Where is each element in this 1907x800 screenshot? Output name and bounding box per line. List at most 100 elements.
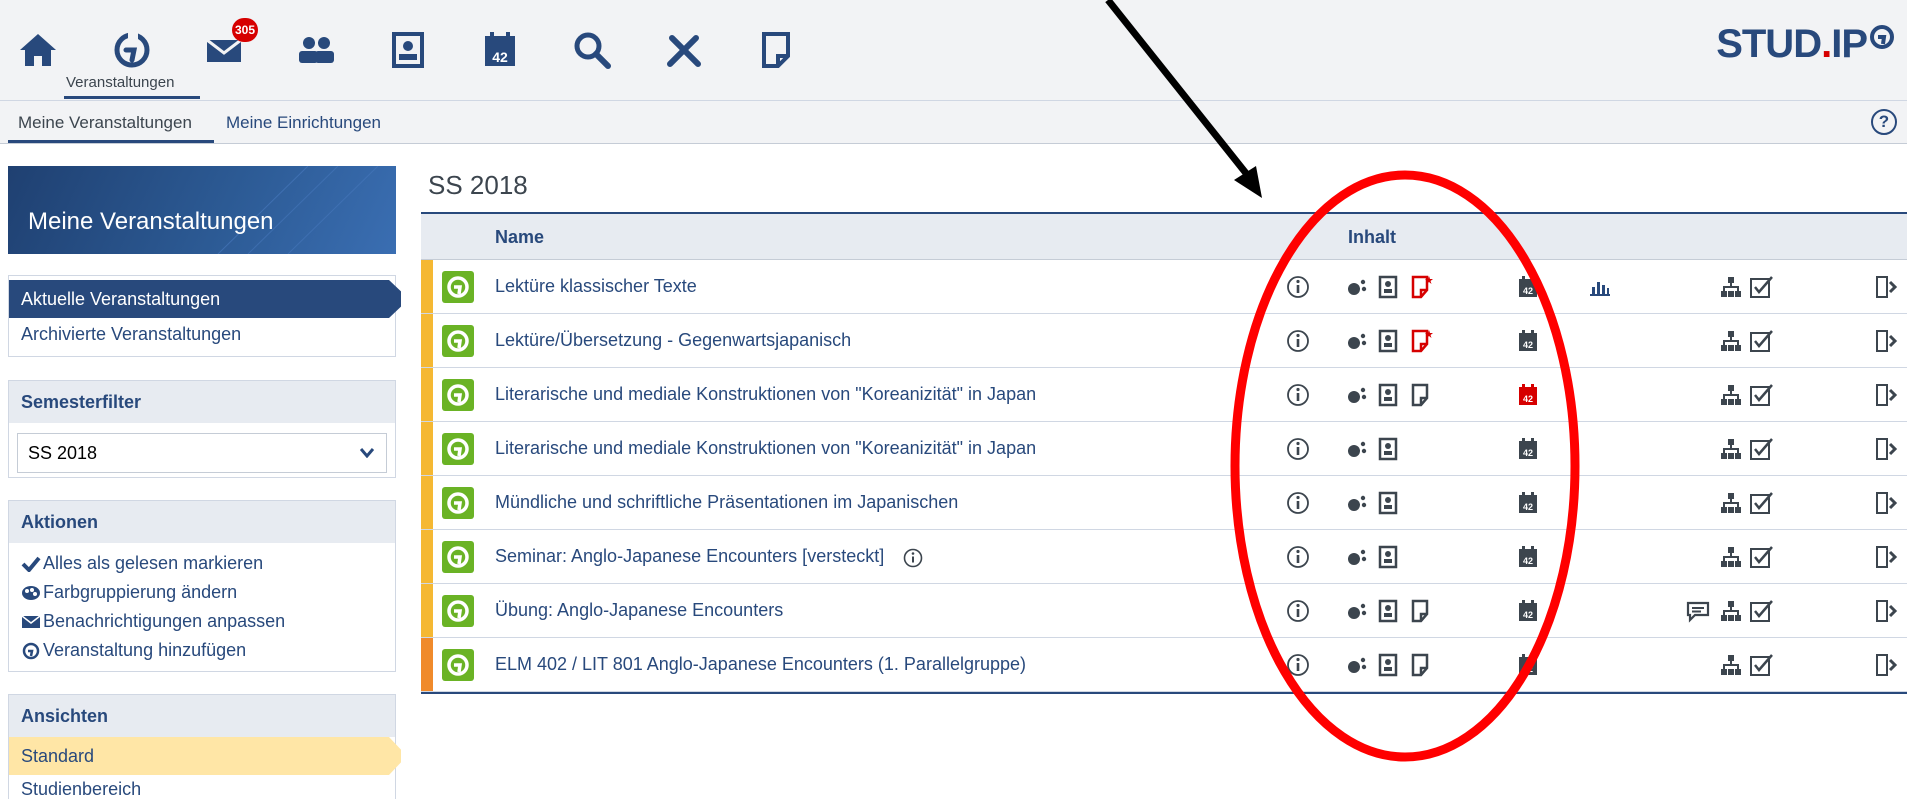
- semester-select[interactable]: SS 2018: [17, 433, 387, 473]
- profile-icon[interactable]: [380, 22, 436, 78]
- tools-icon[interactable]: [656, 22, 712, 78]
- leave-course-icon[interactable]: [1871, 542, 1901, 572]
- action-mark-read[interactable]: Alles als gelesen markieren: [21, 553, 263, 574]
- schedule-icon[interactable]: 42: [1513, 542, 1543, 572]
- statistics-icon[interactable]: [1585, 272, 1615, 302]
- leave-course-icon[interactable]: [1871, 326, 1901, 356]
- news-icon[interactable]: [1343, 542, 1373, 572]
- leave-course-icon[interactable]: [1871, 488, 1901, 518]
- course-name-link[interactable]: Literarische und mediale Konstruktionen …: [495, 438, 1036, 459]
- participants-icon[interactable]: [1373, 596, 1403, 626]
- calendar-icon[interactable]: 42: [472, 22, 528, 78]
- course-name-link[interactable]: Lektüre klassischer Texte: [495, 276, 697, 297]
- tasks-icon[interactable]: [1746, 434, 1776, 464]
- leave-course-icon[interactable]: [1871, 434, 1901, 464]
- leave-course-icon[interactable]: [1871, 650, 1901, 680]
- tasks-icon[interactable]: [1746, 650, 1776, 680]
- search-icon[interactable]: [564, 22, 620, 78]
- action-notifications[interactable]: Benachrichtigungen anpassen: [21, 611, 285, 632]
- files-icon[interactable]: [1405, 326, 1435, 356]
- column-header-name[interactable]: Name: [495, 227, 544, 248]
- course-icon[interactable]: [442, 487, 474, 519]
- home-icon[interactable]: [10, 22, 66, 78]
- action-color-grouping[interactable]: Farbgruppierung ändern: [21, 582, 237, 603]
- participants-icon[interactable]: [1373, 380, 1403, 410]
- table-row[interactable]: Lektüre klassischer Texte 42: [421, 260, 1907, 314]
- course-icon[interactable]: [442, 541, 474, 573]
- course-icon[interactable]: [442, 379, 474, 411]
- info-icon[interactable]: [1283, 434, 1313, 464]
- info-icon[interactable]: [1283, 326, 1313, 356]
- forum-icon[interactable]: [1683, 596, 1713, 626]
- hidden-info-icon[interactable]: [898, 543, 928, 573]
- course-icon[interactable]: [442, 271, 474, 303]
- files-icon[interactable]: [1405, 380, 1435, 410]
- tasks-icon[interactable]: [1746, 542, 1776, 572]
- table-row[interactable]: ELM 402 / LIT 801 Anglo-Japanese Encount…: [421, 638, 1907, 692]
- hierarchy-icon[interactable]: [1716, 272, 1746, 302]
- participants-icon[interactable]: [1373, 650, 1403, 680]
- tab-meine-veranstaltungen[interactable]: Meine Veranstaltungen: [18, 113, 192, 133]
- leave-course-icon[interactable]: [1871, 380, 1901, 410]
- hierarchy-icon[interactable]: [1716, 326, 1746, 356]
- schedule-icon[interactable]: 42: [1513, 272, 1543, 302]
- schedule-icon[interactable]: 42: [1513, 650, 1543, 680]
- participants-icon[interactable]: [1373, 434, 1403, 464]
- news-icon[interactable]: [1343, 326, 1373, 356]
- schedule-icon[interactable]: 42: [1513, 326, 1543, 356]
- files-icon[interactable]: [1405, 650, 1435, 680]
- course-icon[interactable]: [442, 649, 474, 681]
- tasks-icon[interactable]: [1746, 272, 1776, 302]
- course-icon[interactable]: [442, 595, 474, 627]
- action-add-course[interactable]: Veranstaltung hinzufügen: [21, 640, 246, 661]
- info-icon[interactable]: [1283, 596, 1313, 626]
- tasks-icon[interactable]: [1746, 596, 1776, 626]
- table-row[interactable]: Lektüre/Übersetzung - Gegenwartsjapanisc…: [421, 314, 1907, 368]
- info-icon[interactable]: [1283, 272, 1313, 302]
- table-row[interactable]: Literarische und mediale Konstruktionen …: [421, 422, 1907, 476]
- help-icon[interactable]: ?: [1871, 109, 1897, 135]
- participants-icon[interactable]: [1373, 272, 1403, 302]
- schedule-icon[interactable]: 42: [1513, 434, 1543, 464]
- course-name-link[interactable]: Literarische und mediale Konstruktionen …: [495, 384, 1036, 405]
- view-standard[interactable]: Standard: [9, 737, 401, 775]
- info-icon[interactable]: [1283, 650, 1313, 680]
- course-name-link[interactable]: Seminar: Anglo-Japanese Encounters [vers…: [495, 546, 884, 567]
- news-icon[interactable]: [1343, 596, 1373, 626]
- table-row[interactable]: Übung: Anglo-Japanese Encounters 42: [421, 584, 1907, 638]
- course-name-link[interactable]: Übung: Anglo-Japanese Encounters: [495, 600, 783, 621]
- info-icon[interactable]: [1283, 380, 1313, 410]
- tab-meine-einrichtungen[interactable]: Meine Einrichtungen: [226, 113, 381, 133]
- participants-icon[interactable]: [1373, 542, 1403, 572]
- sidebar-item-archivierte[interactable]: Archivierte Veranstaltungen: [21, 324, 241, 345]
- leave-course-icon[interactable]: [1871, 596, 1901, 626]
- course-icon[interactable]: [442, 325, 474, 357]
- hierarchy-icon[interactable]: [1716, 434, 1746, 464]
- news-icon[interactable]: [1343, 488, 1373, 518]
- studip-logo[interactable]: STUD.IP: [1716, 22, 1897, 67]
- nav-label-veranstaltungen[interactable]: Veranstaltungen: [66, 74, 174, 91]
- community-icon[interactable]: [288, 22, 344, 78]
- tasks-icon[interactable]: [1746, 380, 1776, 410]
- hierarchy-icon[interactable]: [1716, 542, 1746, 572]
- news-icon[interactable]: [1343, 650, 1373, 680]
- schedule-icon[interactable]: 42: [1513, 488, 1543, 518]
- course-name-link[interactable]: Lektüre/Übersetzung - Gegenwartsjapanisc…: [495, 330, 851, 351]
- news-icon[interactable]: [1343, 272, 1373, 302]
- hierarchy-icon[interactable]: [1716, 488, 1746, 518]
- participants-icon[interactable]: [1373, 488, 1403, 518]
- hierarchy-icon[interactable]: [1716, 650, 1746, 680]
- files-icon[interactable]: [1405, 596, 1435, 626]
- sidebar-item-aktuelle[interactable]: Aktuelle Veranstaltungen: [9, 280, 401, 318]
- course-icon[interactable]: [442, 433, 474, 465]
- hierarchy-icon[interactable]: [1716, 596, 1746, 626]
- files-icon[interactable]: [748, 22, 804, 78]
- hierarchy-icon[interactable]: [1716, 380, 1746, 410]
- files-icon[interactable]: [1405, 272, 1435, 302]
- course-name-link[interactable]: Mündliche und schriftliche Präsentatione…: [495, 492, 958, 513]
- schedule-icon[interactable]: 42: [1513, 380, 1543, 410]
- table-row[interactable]: Mündliche und schriftliche Präsentatione…: [421, 476, 1907, 530]
- news-icon[interactable]: [1343, 434, 1373, 464]
- tasks-icon[interactable]: [1746, 488, 1776, 518]
- info-icon[interactable]: [1283, 542, 1313, 572]
